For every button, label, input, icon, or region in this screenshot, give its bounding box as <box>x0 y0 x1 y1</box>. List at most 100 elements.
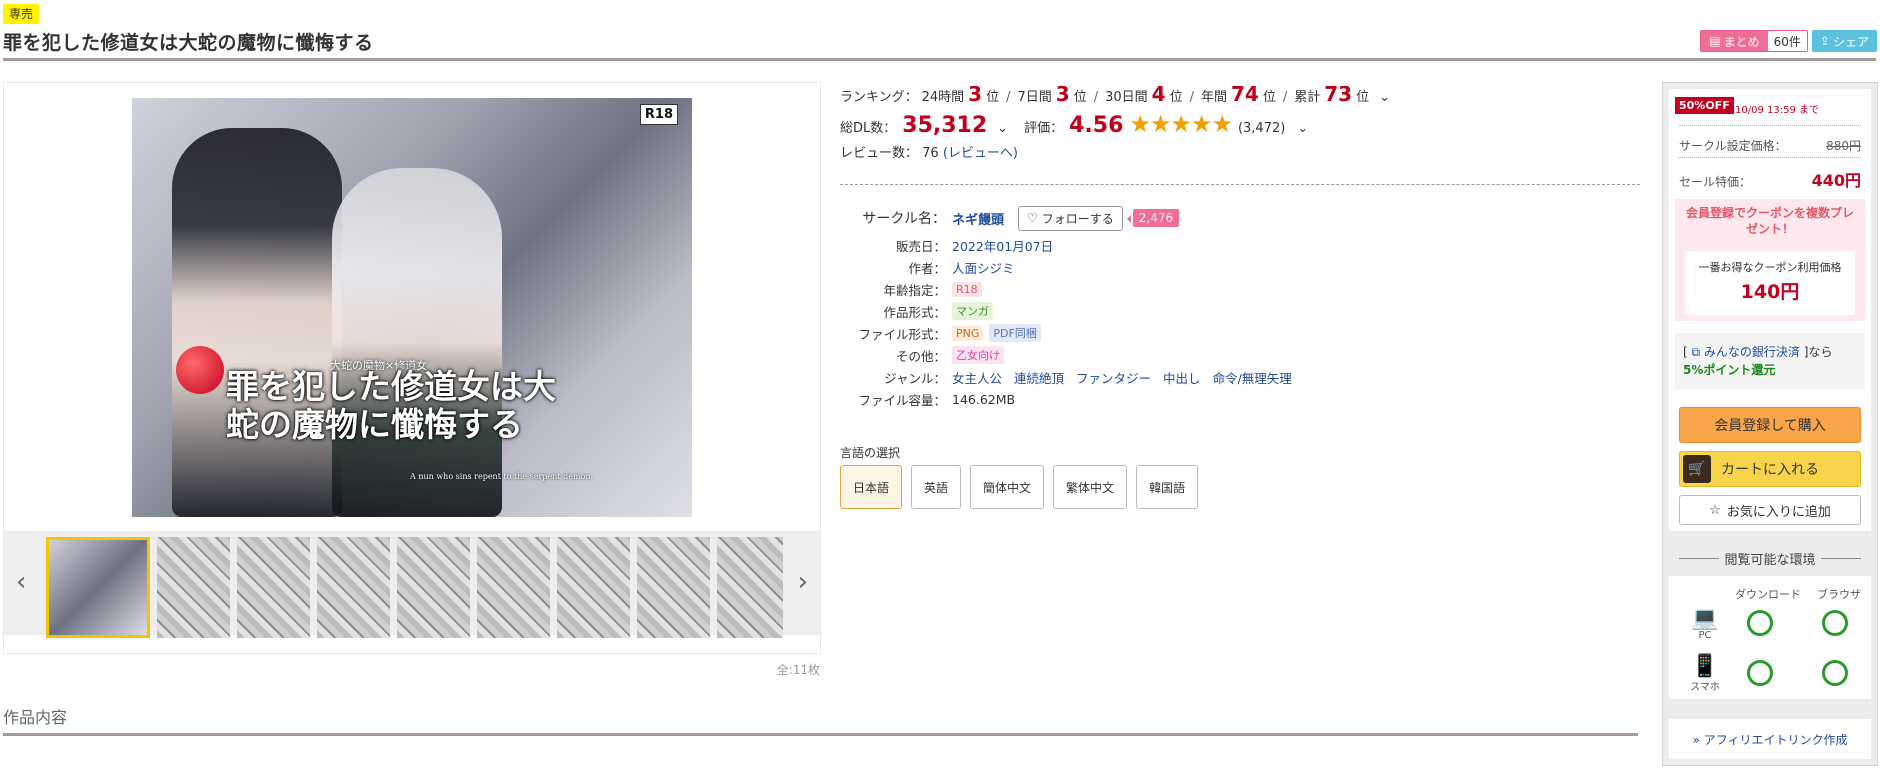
genre-link[interactable]: ファンタジー <box>1076 368 1151 387</box>
language-option-zh-hant[interactable]: 繁体中文 <box>1053 465 1128 509</box>
thumbnail[interactable] <box>557 537 630 638</box>
rank-year-label: 年間 <box>1200 90 1227 105</box>
check-circle-icon <box>1747 660 1773 686</box>
bank-suffix: ]なら <box>1803 345 1833 359</box>
sale-price: 440円 <box>1811 171 1861 190</box>
coupon-best-label: 一番お得なクーポン利用価格 <box>1698 261 1842 274</box>
genre-link[interactable]: 女主人公 <box>952 368 1002 387</box>
follow-label: フォローする <box>1041 211 1114 226</box>
detail-row-form: 作品形式： マンガ <box>840 300 1298 322</box>
genre-link[interactable]: 命令/無理矢理 <box>1213 368 1292 387</box>
env-phone-label: スマホ <box>1690 682 1720 693</box>
other-badge[interactable]: 乙女向け <box>952 346 1004 364</box>
rating-label: 評価： <box>1024 121 1064 136</box>
sale-label: セール特価： <box>1679 175 1752 189</box>
thumbnail[interactable] <box>317 537 390 638</box>
heart-icon: ♡ <box>1027 211 1038 225</box>
release-date[interactable]: 2022年01月07日 <box>952 236 1053 255</box>
file-size: 146.62MB <box>952 391 1016 407</box>
rank-7d-label: 7日間 <box>1017 90 1052 105</box>
rank-total-label: 累計 <box>1294 90 1321 105</box>
cart-label: カートに入れる <box>1721 462 1819 478</box>
file-pdf-badge[interactable]: PDF同梱 <box>989 324 1041 342</box>
product-info: ランキング： 24時間 3 位 / 7日間 3 位 / 30日間 4 位 / 年… <box>840 82 1640 509</box>
thumbnail[interactable] <box>157 537 230 638</box>
prev-arrow-icon[interactable]: ‹ <box>16 569 26 595</box>
register-purchase-button[interactable]: 会員登録して購入 <box>1679 407 1861 443</box>
cover-image[interactable]: R18 大蛇の魔物×修道女 罪を犯した修道女は大蛇の魔物に懺悔する A nun … <box>132 98 692 517</box>
language-option-ja[interactable]: 日本語 <box>840 465 903 509</box>
genre-link[interactable]: 中出し <box>1163 368 1201 387</box>
thumbnail[interactable] <box>46 537 150 638</box>
env-pc-label: PC <box>1698 630 1712 641</box>
author-link[interactable]: 人面シジミ <box>952 258 1015 277</box>
review-link[interactable]: (レビューへ) <box>943 146 1018 161</box>
rating-expand-icon[interactable]: ⌄ <box>1297 121 1308 136</box>
thumbnail[interactable] <box>397 537 470 638</box>
detail-row-author: 作者： 人面シジミ <box>840 256 1298 278</box>
share-button[interactable]: ⇪ シェア <box>1811 30 1877 52</box>
cover-r18-mark: R18 <box>639 104 678 125</box>
form-badge[interactable]: マンガ <box>952 302 993 320</box>
affiliate-link[interactable]: » アフィリエイトリンク作成 <box>1669 719 1871 759</box>
cover-english: A nun who sins repent to the serpent dem… <box>410 472 594 481</box>
detail-row-file: ファイル形式： PNG PDF同梱 <box>840 322 1298 344</box>
description-heading: 作品内容 <box>3 708 68 727</box>
language-option-zh-hans[interactable]: 簡体中文 <box>970 465 1045 509</box>
thumbnail[interactable] <box>237 537 310 638</box>
title-divider <box>3 58 1876 61</box>
circle-label: サークル名： <box>862 211 946 227</box>
rank-unit: 位 <box>986 90 1000 105</box>
matome-button[interactable]: ▤ まとめ 60件 <box>1700 30 1808 52</box>
form-label: 作品形式： <box>883 304 946 320</box>
env-download-header: ダウンロード <box>1735 588 1801 601</box>
genre-link[interactable]: 連続絶頂 <box>1014 368 1064 387</box>
coupon-box[interactable]: 会員登録でクーポンを複数プレゼント！ 一番お得なクーポン利用価格 140円 <box>1675 199 1865 321</box>
detail-row-age: 年齢指定： R18 <box>840 278 1298 300</box>
thumbnail[interactable] <box>637 537 710 638</box>
details-table: サークル名： ネギ饅頭 ♡ フォローする 2,476 販売日： 2022年01月0… <box>840 202 1298 410</box>
ranking-expand-icon[interactable]: ⌄ <box>1379 90 1390 105</box>
review-label: レビュー数： <box>840 146 919 161</box>
rank-year: 74 <box>1231 82 1259 106</box>
dl-expand-icon[interactable]: ⌄ <box>997 121 1008 136</box>
rank-30d: 4 <box>1151 82 1166 106</box>
author-label: 作者： <box>908 260 946 276</box>
page-title: 罪を犯した修道女は大蛇の魔物に懺悔する <box>3 32 374 54</box>
header-actions: ▤ まとめ 60件 ⇪ シェア <box>1700 30 1877 52</box>
thumbnail-list <box>46 537 783 638</box>
cart-icon: 🛒 <box>1683 455 1711 483</box>
cover-title: 罪を犯した修道女は大蛇の魔物に懺悔する <box>226 367 556 444</box>
add-favorite-button[interactable]: ☆ お気に入りに追加 <box>1679 495 1861 525</box>
check-circle-icon <box>1822 660 1848 686</box>
add-to-cart-button[interactable]: 🛒 カートに入れる <box>1679 451 1861 487</box>
language-option-en[interactable]: 英語 <box>911 465 962 509</box>
image-gallery: R18 大蛇の魔物×修道女 罪を犯した修道女は大蛇の魔物に懺悔する A nun … <box>3 82 821 677</box>
bank-link[interactable]: みんなの銀行決済 <box>1704 345 1800 359</box>
env-pc: 💻 PC <box>1685 608 1725 642</box>
rank-sep: / <box>1189 90 1194 105</box>
rating-value: 4.56 <box>1069 113 1124 138</box>
rank-sep: / <box>1282 90 1288 105</box>
follow-button[interactable]: ♡ フォローする <box>1018 205 1123 231</box>
thumbnail[interactable] <box>477 537 550 638</box>
matome-count: 60件 <box>1767 31 1807 51</box>
rank-unit: 位 <box>1356 90 1370 105</box>
rank-24h: 3 <box>968 82 983 106</box>
circle-link[interactable]: ネギ饅頭 <box>952 209 1004 228</box>
rank-sep: / <box>1093 90 1099 105</box>
file-png-badge[interactable]: PNG <box>952 325 984 341</box>
favorite-label: お気に入りに追加 <box>1726 504 1831 520</box>
star-icon: ☆ <box>1709 502 1721 518</box>
next-arrow-icon[interactable]: › <box>798 569 808 595</box>
age-badge[interactable]: R18 <box>952 281 982 297</box>
genre-label: ジャンル： <box>884 370 946 386</box>
detail-row-release: 販売日： 2022年01月07日 <box>840 234 1298 256</box>
language-option-ko[interactable]: 韓国語 <box>1136 465 1199 509</box>
circle-price: 880円 <box>1826 139 1861 153</box>
follow-count: 2,476 <box>1126 209 1180 227</box>
thumbnail[interactable] <box>717 537 783 638</box>
rank-7d: 3 <box>1055 82 1070 106</box>
rank-unit: 位 <box>1073 90 1087 105</box>
share-label: シェア <box>1832 34 1869 49</box>
